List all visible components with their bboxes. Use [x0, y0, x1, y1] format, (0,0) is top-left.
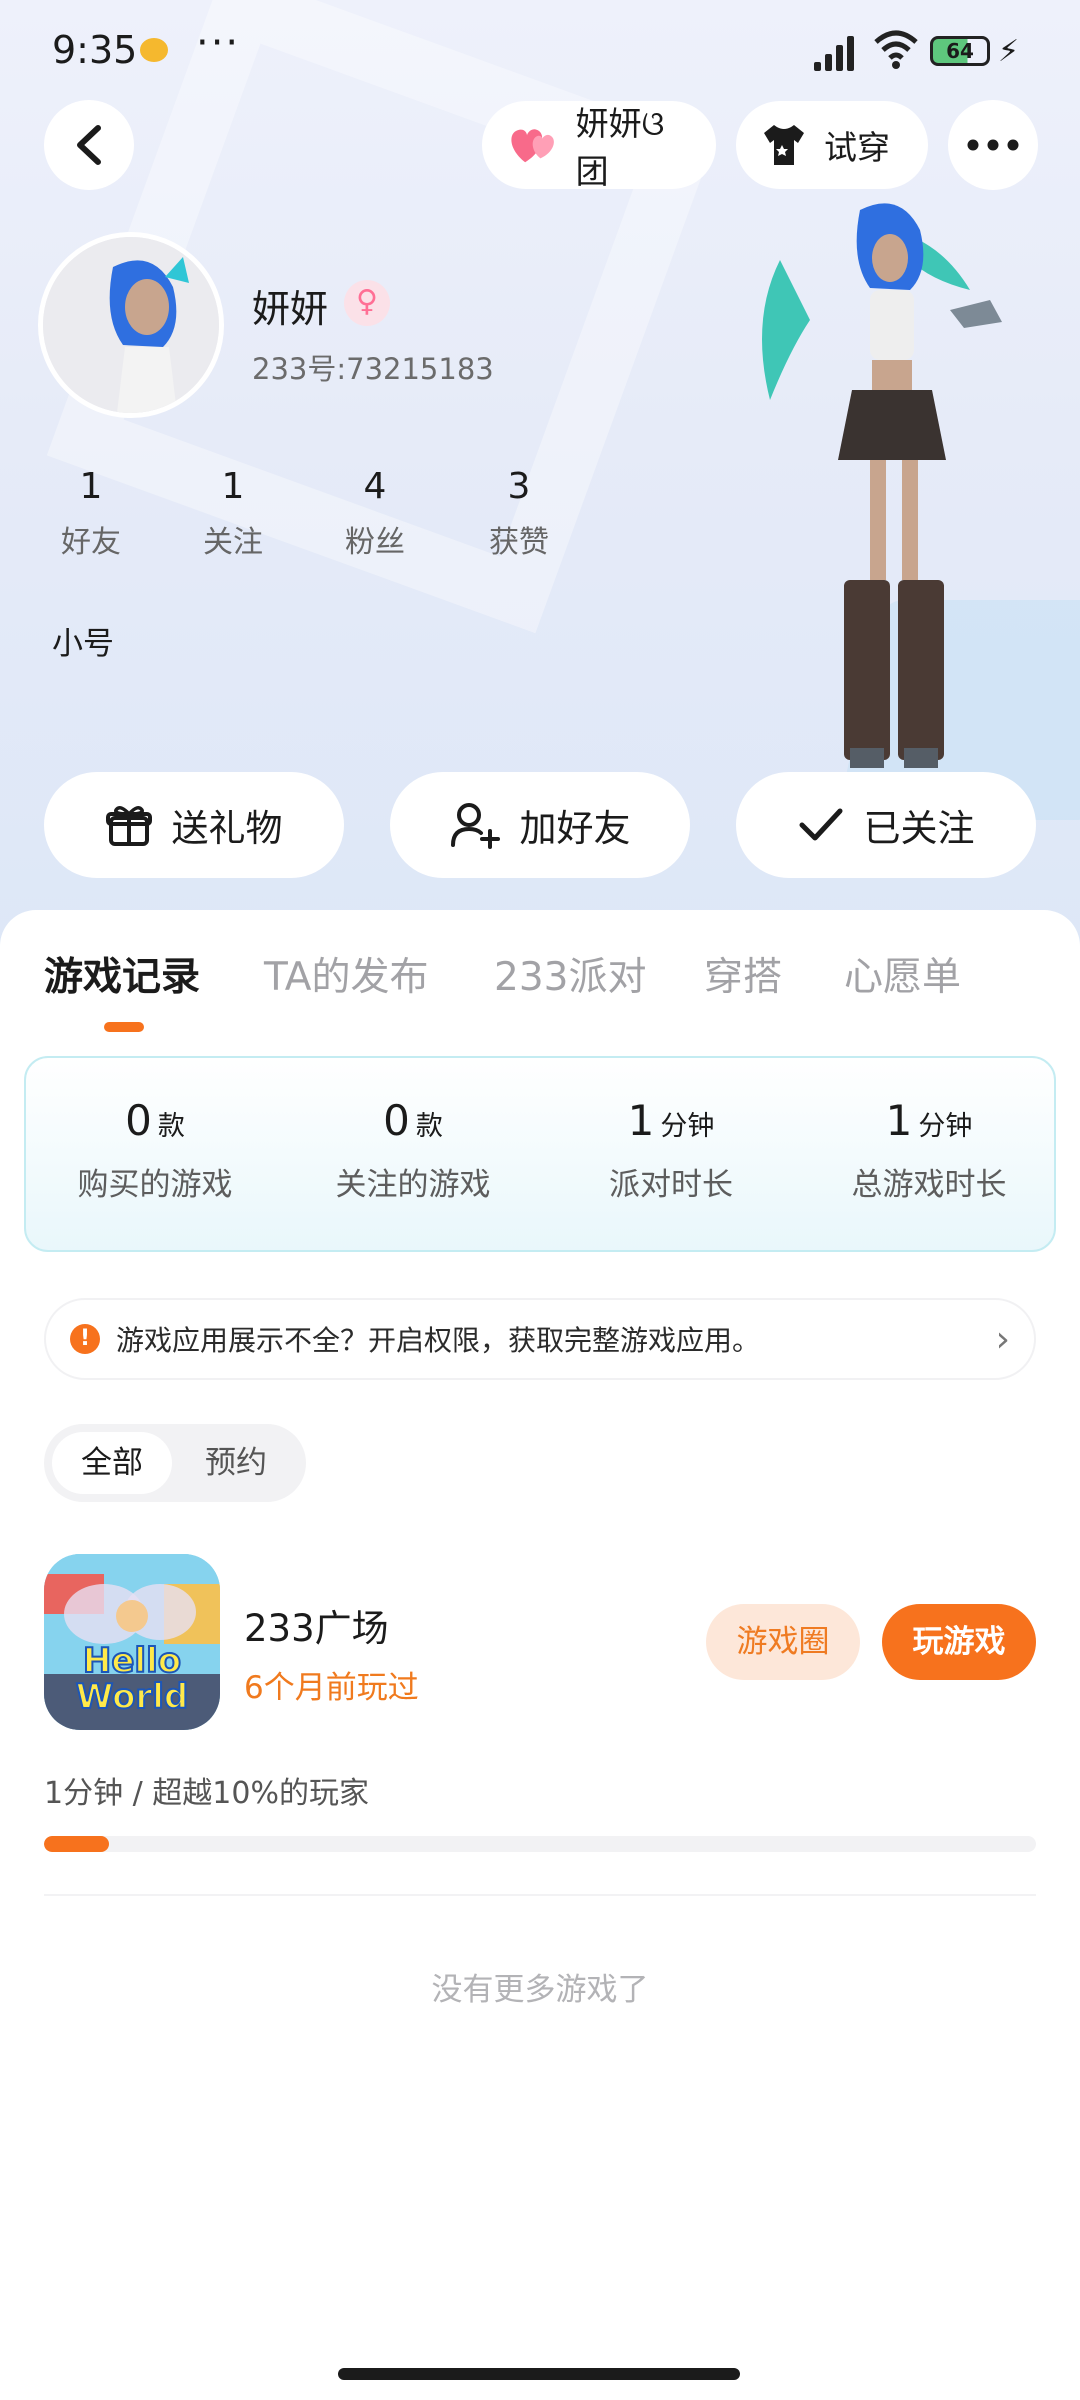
female-gender-icon: ♀: [344, 280, 390, 326]
game-icon[interactable]: Hello World: [44, 1554, 220, 1730]
tab-game-records[interactable]: 游戏记录: [44, 946, 200, 1002]
summary-value: 0: [383, 1096, 410, 1145]
profile-content: 游戏记录 TA的发布 233派对 穿搭 心愿单 0款 购买的游戏 0款 关注的游…: [0, 910, 1080, 2400]
try-on-button[interactable]: 试穿: [736, 101, 928, 189]
summary-unit: 款: [415, 1111, 443, 1142]
filter-reserved[interactable]: 预约: [176, 1432, 296, 1494]
charging-icon: ⚡: [998, 34, 1020, 69]
stat-likes[interactable]: 3 获赞: [464, 466, 574, 561]
gift-icon: [105, 806, 152, 846]
summary-label: 派对时长: [609, 1167, 733, 1203]
summary-value: 0: [125, 1096, 152, 1145]
weibo-icon: [140, 38, 168, 62]
game-summary-card: 0款 购买的游戏 0款 关注的游戏 1 分钟 派对时长 1 分钟 总游戏时长: [24, 1056, 1056, 1252]
stat-label: 关注: [203, 525, 263, 560]
add-user-icon: [450, 803, 500, 849]
back-button[interactable]: [44, 100, 134, 190]
fan-group-label: 妍妍ଓ团: [575, 104, 665, 191]
heart-icon: [511, 129, 554, 163]
playtime-progress-fill: [44, 1836, 110, 1852]
more-icon: [967, 139, 1019, 151]
playtime-progress-bar: [44, 1836, 1036, 1852]
send-gift-label: 送礼物: [171, 807, 283, 850]
fan-group-button[interactable]: 妍妍ଓ团: [482, 101, 716, 191]
user-bio: 小号: [52, 626, 114, 662]
summary-unit: 分钟: [660, 1111, 715, 1142]
stat-friends[interactable]: 1 好友: [36, 466, 146, 561]
game-list-item[interactable]: Hello World 233广场 6个月前玩过 游戏圈 玩游戏: [0, 1554, 1080, 1734]
chevron-right-icon: ›: [995, 1318, 1010, 1360]
play-game-button[interactable]: 玩游戏: [882, 1604, 1036, 1680]
stat-following[interactable]: 1 关注: [178, 466, 288, 561]
summary-label: 总游戏时长: [851, 1167, 1007, 1203]
send-gift-button[interactable]: 送礼物: [44, 772, 344, 878]
username: 妍妍: [252, 287, 329, 331]
summary-total-time: 1 分钟 总游戏时长: [800, 1096, 1058, 1204]
filter-all[interactable]: 全部: [52, 1432, 172, 1494]
game-filter: 全部 预约: [44, 1424, 306, 1502]
alert-icon: !: [70, 1324, 100, 1354]
summary-value: 1: [627, 1096, 655, 1145]
avatar[interactable]: [38, 232, 224, 418]
wifi-icon: [874, 30, 918, 69]
summary-unit: 款: [157, 1111, 185, 1142]
game-logo-text: Hello: [83, 1641, 181, 1681]
game-logo-text: World: [76, 1677, 188, 1717]
stat-value: 1: [79, 466, 103, 507]
battery-icon: 64: [930, 36, 990, 66]
summary-unit: 分钟: [918, 1111, 973, 1142]
add-friend-label: 加好友: [519, 807, 631, 850]
summary-value: 1: [885, 1096, 913, 1145]
summary-label: 购买的游戏: [77, 1167, 233, 1203]
stat-value: 1: [221, 466, 245, 507]
summary-label: 关注的游戏: [335, 1167, 491, 1203]
shirt-icon: [764, 125, 804, 165]
divider: [44, 1894, 1036, 1896]
permission-notice[interactable]: ! 游戏应用展示不全？开启权限，获取完整游戏应用。 ›: [44, 1298, 1036, 1380]
stat-value: 4: [363, 466, 387, 507]
game-circle-button[interactable]: 游戏圈: [706, 1604, 860, 1680]
check-icon: [799, 808, 842, 841]
stat-label: 获赞: [489, 525, 549, 560]
tab-bar: 游戏记录 TA的发布 233派对 穿搭 心愿单: [0, 910, 1080, 1040]
summary-purchased: 0款 购买的游戏: [26, 1096, 284, 1204]
more-button[interactable]: [948, 100, 1038, 190]
following-label: 已关注: [863, 807, 975, 850]
game-thumbnail-image: Hello World: [44, 1554, 220, 1730]
tab-indicator: [104, 1022, 144, 1032]
game-last-played: 6个月前玩过: [244, 1670, 419, 1706]
add-friend-button[interactable]: 加好友: [390, 772, 690, 878]
stat-label: 好友: [61, 525, 121, 560]
game-playtime: 1分钟 / 超越10%的玩家: [44, 1776, 369, 1811]
no-more-games-text: 没有更多游戏了: [431, 1972, 649, 2008]
home-indicator[interactable]: [338, 2368, 740, 2380]
tab-wishlist[interactable]: 心愿单: [844, 946, 961, 1002]
notice-text: 游戏应用展示不全？开启权限，获取完整游戏应用。: [116, 1324, 761, 1357]
chevron-left-icon: [77, 125, 101, 165]
stat-label: 粉丝: [345, 525, 405, 560]
tab-outfits[interactable]: 穿搭: [704, 946, 782, 1002]
avatar-character-figure[interactable]: [740, 200, 1040, 780]
avatar-character-image: [43, 237, 219, 413]
tab-posts[interactable]: TA的发布: [264, 946, 428, 1002]
status-more-indicator: ···: [196, 20, 241, 66]
summary-party-time: 1 分钟 派对时长: [542, 1096, 800, 1204]
following-button[interactable]: 已关注: [736, 772, 1036, 878]
user-id: 233号:73215183: [252, 352, 494, 386]
game-name: 233广场: [244, 1607, 389, 1650]
summary-followed: 0款 关注的游戏: [284, 1096, 542, 1204]
try-on-label: 试穿: [824, 128, 890, 167]
signal-icon: [814, 36, 854, 71]
status-bar: 9:35 ··· 64 ⚡: [0, 0, 1080, 100]
stat-fans[interactable]: 4 粉丝: [320, 466, 430, 561]
stat-value: 3: [507, 466, 531, 507]
status-time: 9:35: [52, 28, 138, 72]
tab-party[interactable]: 233派对: [494, 946, 646, 1002]
